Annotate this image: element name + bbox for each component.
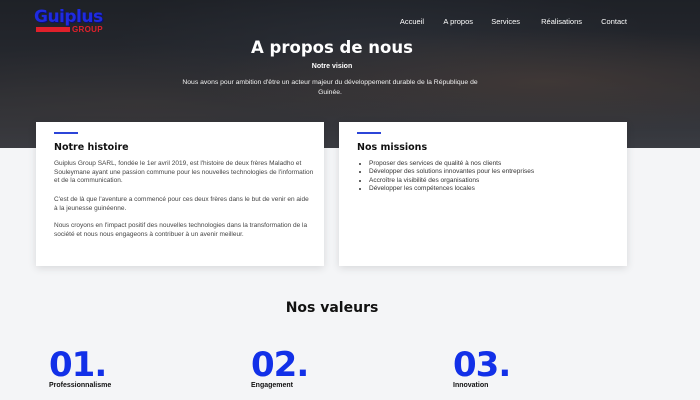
logo-subtext: GROUP — [72, 25, 103, 34]
missions-card: Nos missions Proposer des services de qu… — [339, 122, 627, 266]
mission-item: Développer des solutions innovantes pour… — [369, 168, 619, 176]
nav-item-accueil[interactable]: Accueil — [400, 17, 424, 26]
value-item-innovation: 03. Innovation — [453, 345, 511, 389]
story-paragraph: Guiplus Group SARL, fondée le 1er avril … — [54, 160, 314, 185]
nav-item-a-propos[interactable]: A propos — [443, 17, 473, 26]
value-item-engagement: 02. Engagement — [251, 345, 309, 389]
story-paragraph: Nous croyons en l'impact positif des nou… — [54, 222, 308, 238]
nav-item-contact[interactable]: Contact — [601, 17, 627, 26]
mission-item: Accroître la visibilité des organisation… — [369, 177, 619, 185]
card-accent-line — [54, 132, 78, 134]
missions-title: Nos missions — [357, 142, 428, 153]
logo[interactable]: Guiplus GROUP — [34, 7, 114, 35]
value-label: Professionnalisme — [49, 382, 112, 389]
hero-description: Nous avons pour ambition d'être un acteu… — [182, 79, 478, 96]
value-item-professionnalisme: 01. Professionnalisme — [49, 347, 111, 389]
mission-item: Développer les compétences locales — [369, 185, 619, 193]
story-card: Notre histoire Guiplus Group SARL, fondé… — [36, 122, 324, 266]
value-number: 02. — [251, 345, 309, 385]
logo-underline — [36, 27, 70, 32]
logo-text: Guiplus — [34, 7, 103, 27]
value-number: 03. — [453, 345, 511, 385]
story-paragraph: C'est de là que l'aventure a commencé po… — [54, 196, 309, 212]
mission-item: Proposer des services de qualité à nos c… — [369, 160, 619, 168]
hero-subtitle: Notre vision — [311, 63, 353, 70]
card-accent-line — [357, 132, 381, 134]
page-title: A propos de nous — [251, 38, 413, 57]
missions-list: Proposer des services de qualité à nos c… — [369, 160, 619, 194]
value-number: 01. — [49, 345, 107, 385]
nav-item-realisations[interactable]: Réalisations — [541, 17, 582, 26]
values-title: Nos valeurs — [285, 300, 379, 316]
story-title: Notre histoire — [54, 142, 129, 153]
nav-item-services[interactable]: Services — [491, 17, 520, 26]
